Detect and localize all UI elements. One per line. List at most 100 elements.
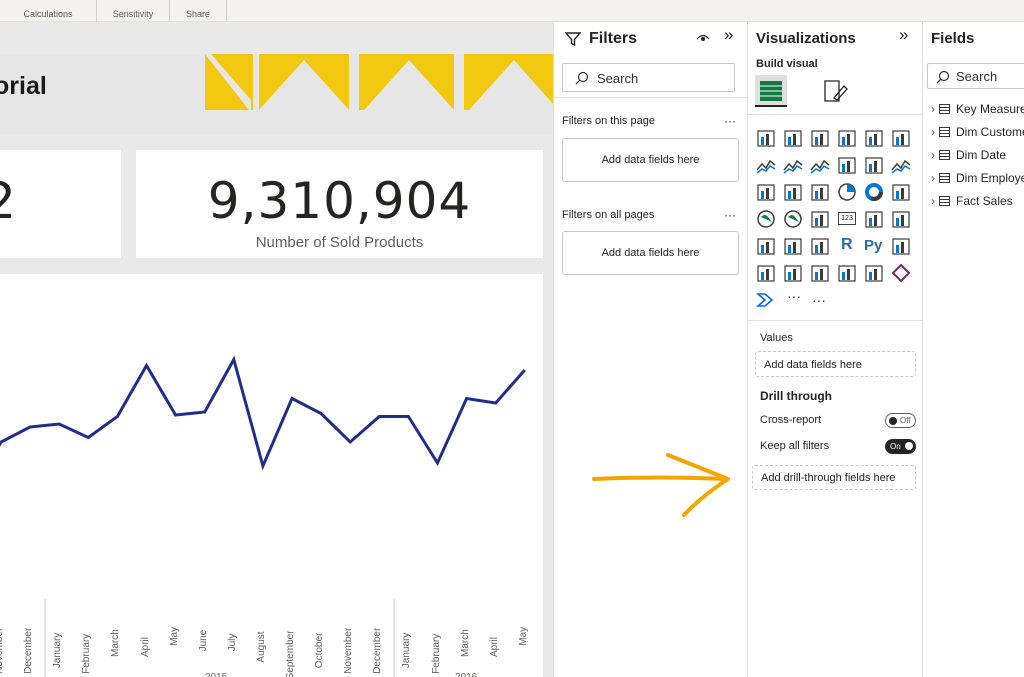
stacked-bar-icon[interactable] bbox=[756, 128, 776, 148]
treemap-icon[interactable] bbox=[891, 182, 911, 202]
filter-icon bbox=[565, 32, 581, 47]
funnel-icon[interactable] bbox=[783, 182, 803, 202]
x-tick-label: September bbox=[285, 630, 296, 677]
map-icon[interactable] bbox=[756, 209, 776, 229]
field-table-label: Dim Date bbox=[956, 148, 1007, 162]
kpi-value: 9,310,904 bbox=[207, 172, 472, 230]
ribbon-group-share[interactable]: Share bbox=[170, 0, 227, 22]
slicer-icon[interactable] bbox=[756, 236, 776, 256]
decomposition-tree-icon[interactable] bbox=[756, 263, 776, 283]
metrics-icon[interactable] bbox=[837, 263, 857, 283]
ribbon: Calculations Sensitivity Share bbox=[0, 0, 1024, 22]
filled-map-icon[interactable] bbox=[783, 209, 803, 229]
line-column-icon[interactable] bbox=[837, 155, 857, 175]
field-table-item[interactable]: › Dim Employee bbox=[931, 171, 1024, 185]
kpi-value: 2 bbox=[0, 172, 61, 230]
search-placeholder: Search bbox=[597, 71, 639, 86]
filters-title: Filters bbox=[589, 30, 638, 47]
kpi-card-1[interactable]: 2 bbox=[0, 150, 121, 258]
search-icon bbox=[575, 71, 589, 85]
eye-icon[interactable] bbox=[696, 32, 710, 44]
line-chart[interactable]: November December January February March Apri… bbox=[0, 274, 543, 677]
kpi-icon[interactable] bbox=[891, 209, 911, 229]
card-icon[interactable]: 123 bbox=[837, 209, 857, 229]
divider bbox=[554, 97, 747, 98]
line-chart-icon[interactable] bbox=[756, 155, 776, 175]
table-icon bbox=[939, 173, 950, 183]
stacked-area-icon[interactable] bbox=[810, 155, 830, 175]
cross-report-toggle[interactable]: Off bbox=[885, 413, 916, 428]
more-chevron-icon[interactable]: ··· bbox=[783, 288, 803, 310]
divider bbox=[748, 320, 922, 321]
ribbon-group-sensitivity[interactable]: Sensitivity bbox=[97, 0, 170, 22]
x-tick-label: August bbox=[255, 631, 267, 663]
narrative-icon[interactable] bbox=[810, 263, 830, 283]
gauge-icon[interactable] bbox=[810, 209, 830, 229]
power-automate-icon[interactable] bbox=[755, 290, 776, 310]
toggle-state: On bbox=[890, 442, 901, 451]
table-build-icon bbox=[760, 81, 782, 101]
x-tick-label: June bbox=[197, 629, 209, 652]
filters-search-input[interactable]: Search bbox=[562, 63, 735, 92]
r-visual-icon[interactable]: R bbox=[837, 236, 857, 256]
ribbon-chart-icon[interactable] bbox=[891, 155, 911, 175]
area-chart-icon[interactable] bbox=[783, 155, 803, 175]
x-tick-label: May bbox=[168, 626, 180, 646]
filters-on-all-pages-label: Filters on all pages bbox=[562, 209, 655, 221]
paginated-report-icon[interactable] bbox=[864, 263, 884, 283]
build-visual-tab[interactable] bbox=[755, 75, 787, 107]
pie-icon[interactable] bbox=[837, 182, 857, 202]
x-tick-label: March bbox=[110, 629, 122, 657]
collapse-filters-icon[interactable]: » bbox=[724, 25, 733, 45]
table-icon[interactable] bbox=[783, 236, 803, 256]
field-table-item[interactable]: › Dim Customer bbox=[931, 125, 1024, 139]
power-apps-icon[interactable] bbox=[891, 263, 911, 283]
x-tick-label: February bbox=[430, 633, 442, 674]
scatter-icon[interactable] bbox=[810, 182, 830, 202]
ribbon-group-calculations[interactable]: Calculations bbox=[0, 0, 97, 22]
line-stacked-column-icon[interactable] bbox=[864, 155, 884, 175]
build-visual-label: Build visual bbox=[756, 58, 818, 70]
key-influencers-icon[interactable] bbox=[891, 236, 911, 256]
clustered-bar-icon[interactable] bbox=[810, 128, 830, 148]
python-visual-icon[interactable]: Py bbox=[864, 236, 884, 256]
matrix-icon[interactable] bbox=[810, 236, 830, 256]
filters-pane: Filters » Search Filters on this page ··… bbox=[553, 22, 747, 677]
collapse-visualizations-icon[interactable]: » bbox=[899, 25, 908, 45]
field-table-item[interactable]: › Dim Date bbox=[931, 148, 1006, 162]
fields-search-input[interactable]: Search bbox=[927, 63, 1024, 89]
field-table-item[interactable]: › Key Measures bbox=[931, 102, 1024, 116]
annotation-arrow bbox=[592, 453, 730, 517]
100-bar-icon[interactable] bbox=[864, 128, 884, 148]
field-table-item[interactable]: › Fact Sales bbox=[931, 194, 1013, 208]
donut-icon[interactable] bbox=[864, 182, 884, 202]
clustered-column-icon[interactable] bbox=[837, 128, 857, 148]
drill-through-drop-well[interactable]: Add drill-through fields here bbox=[752, 465, 916, 490]
stacked-column-icon[interactable] bbox=[783, 128, 803, 148]
x-tick-label: January bbox=[52, 632, 64, 669]
values-drop-well[interactable]: Add data fields here bbox=[755, 351, 916, 377]
table-icon bbox=[939, 104, 950, 114]
chevron-right-icon: › bbox=[931, 125, 935, 139]
format-visual-icon[interactable] bbox=[822, 78, 848, 104]
100-column-icon[interactable] bbox=[891, 128, 911, 148]
more-options-icon[interactable]: ··· bbox=[724, 114, 736, 128]
more-options-icon[interactable]: ··· bbox=[724, 208, 736, 222]
keep-all-filters-toggle[interactable]: On bbox=[885, 439, 916, 454]
toggle-knob bbox=[889, 417, 897, 425]
waterfall-icon[interactable] bbox=[756, 182, 776, 202]
drill-through-label: Drill through bbox=[760, 389, 832, 403]
line-chart-plot bbox=[0, 355, 526, 677]
x-tick-label: July bbox=[226, 633, 238, 652]
filters-all-pages-drop-well[interactable]: Add data fields here bbox=[562, 231, 739, 275]
qa-icon[interactable] bbox=[783, 263, 803, 283]
filters-page-drop-well[interactable]: Add data fields here bbox=[562, 138, 739, 182]
kpi-card-sold-products[interactable]: 9,310,904 Number of Sold Products bbox=[136, 150, 543, 258]
filters-on-this-page-label: Filters on this page bbox=[562, 115, 655, 127]
table-icon bbox=[939, 127, 950, 137]
multi-row-card-icon[interactable] bbox=[864, 209, 884, 229]
x-tick-label: December bbox=[372, 627, 384, 674]
more-visuals-icon[interactable]: ··· bbox=[812, 292, 826, 308]
x-tick-label: March bbox=[459, 629, 471, 657]
visualizations-title: Visualizations bbox=[756, 30, 856, 47]
